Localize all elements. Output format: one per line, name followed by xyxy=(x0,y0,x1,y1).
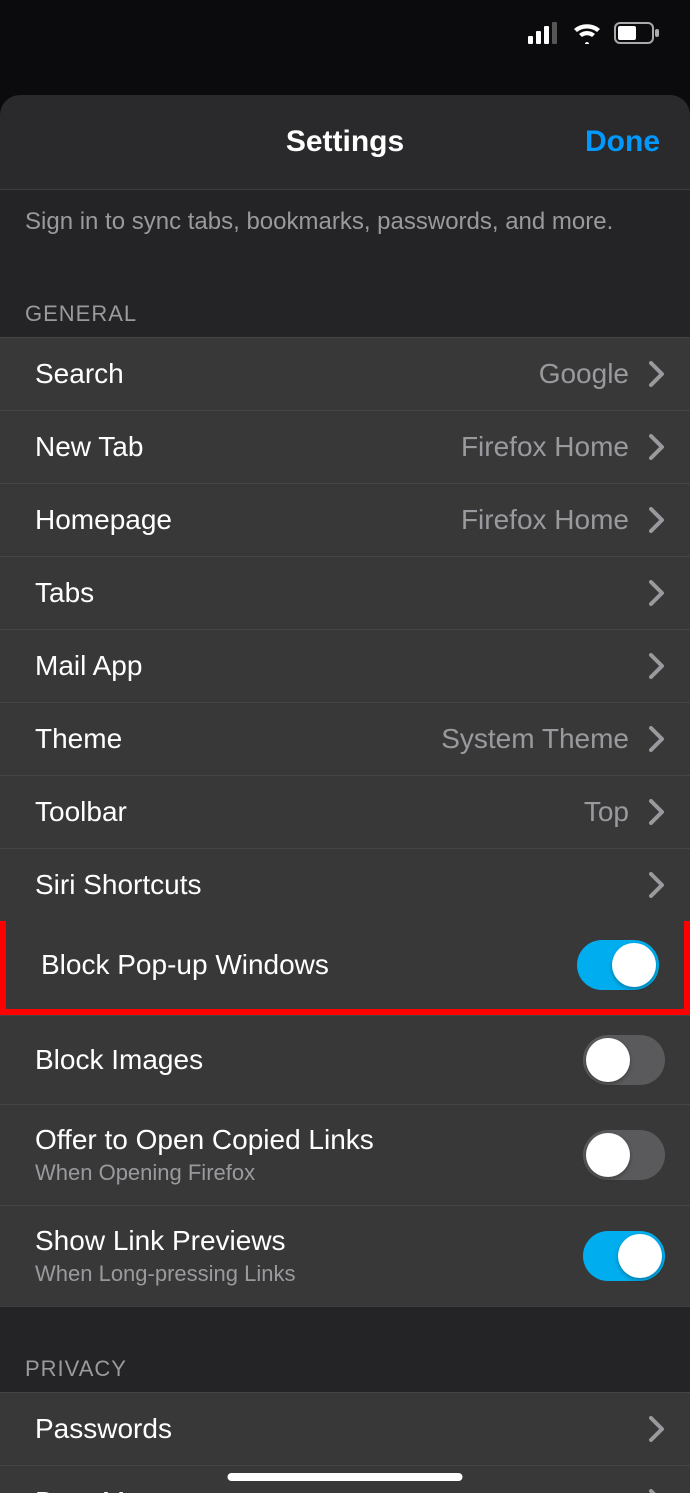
row-theme[interactable]: Theme System Theme xyxy=(0,702,690,775)
settings-scroll[interactable]: Sign in to sync tabs, bookmarks, passwor… xyxy=(0,190,690,1493)
row-search[interactable]: Search Google xyxy=(0,337,690,410)
row-label: New Tab xyxy=(35,431,143,463)
row-show-link-previews[interactable]: Show Link Previews When Long-pressing Li… xyxy=(0,1205,690,1306)
chevron-right-icon xyxy=(649,434,665,460)
row-block-images[interactable]: Block Images xyxy=(0,1015,690,1104)
row-siri-shortcuts[interactable]: Siri Shortcuts xyxy=(0,848,690,921)
row-label: Homepage xyxy=(35,504,172,536)
row-label: Block Images xyxy=(35,1044,203,1076)
row-label: Offer to Open Copied Links xyxy=(35,1124,583,1156)
row-value: Top xyxy=(584,796,629,828)
row-sublabel: When Long-pressing Links xyxy=(35,1261,583,1287)
section-header-privacy: PRIVACY xyxy=(0,1346,690,1392)
row-label: Mail App xyxy=(35,650,142,682)
row-homepage[interactable]: Homepage Firefox Home xyxy=(0,483,690,556)
row-label: Tabs xyxy=(35,577,94,609)
sync-description: Sign in to sync tabs, bookmarks, passwor… xyxy=(0,190,690,291)
row-new-tab[interactable]: New Tab Firefox Home xyxy=(0,410,690,483)
row-sublabel: When Opening Firefox xyxy=(35,1160,583,1186)
toggle-knob xyxy=(586,1038,630,1082)
chevron-right-icon xyxy=(649,653,665,679)
row-offer-copied-links[interactable]: Offer to Open Copied Links When Opening … xyxy=(0,1104,690,1205)
chevron-right-icon xyxy=(649,580,665,606)
toggle-knob xyxy=(586,1133,630,1177)
chevron-right-icon xyxy=(649,872,665,898)
toggle-block-images[interactable] xyxy=(583,1035,665,1085)
chevron-right-icon xyxy=(649,507,665,533)
row-label: Theme xyxy=(35,723,122,755)
row-label-col: Offer to Open Copied Links When Opening … xyxy=(35,1124,583,1186)
row-passwords[interactable]: Passwords xyxy=(0,1392,690,1465)
toggle-knob xyxy=(612,943,656,987)
toggle-knob xyxy=(618,1234,662,1278)
row-value: Google xyxy=(539,358,629,390)
battery-icon xyxy=(614,22,660,44)
toggle-block-popups[interactable] xyxy=(577,940,659,990)
row-label-col: Show Link Previews When Long-pressing Li… xyxy=(35,1225,583,1287)
row-label: Siri Shortcuts xyxy=(35,869,202,901)
row-block-popups[interactable]: Block Pop-up Windows xyxy=(0,921,690,1015)
chevron-right-icon xyxy=(649,1416,665,1442)
row-toolbar[interactable]: Toolbar Top xyxy=(0,775,690,848)
row-label: Toolbar xyxy=(35,796,127,828)
home-indicator xyxy=(228,1473,463,1481)
wifi-icon xyxy=(572,22,602,44)
toggle-offer-copied-links[interactable] xyxy=(583,1130,665,1180)
chevron-right-icon xyxy=(649,726,665,752)
toggle-show-link-previews[interactable] xyxy=(583,1231,665,1281)
row-value: Firefox Home xyxy=(461,504,629,536)
chevron-right-icon xyxy=(649,799,665,825)
row-label: Search xyxy=(35,358,124,390)
row-mail-app[interactable]: Mail App xyxy=(0,629,690,702)
done-button[interactable]: Done xyxy=(585,125,660,159)
chevron-right-icon xyxy=(649,1489,665,1493)
chevron-right-icon xyxy=(649,361,665,387)
page-title: Settings xyxy=(286,125,404,159)
row-label: Block Pop-up Windows xyxy=(41,949,329,981)
row-value: System Theme xyxy=(441,723,629,755)
row-label: Data Management xyxy=(35,1486,265,1493)
row-value: Firefox Home xyxy=(461,431,629,463)
header: Settings Done xyxy=(0,95,690,190)
section-gap xyxy=(0,1306,690,1346)
status-bar xyxy=(0,0,690,65)
cellular-icon xyxy=(528,22,560,44)
row-label: Passwords xyxy=(35,1413,172,1445)
row-label: Show Link Previews xyxy=(35,1225,583,1257)
settings-sheet: Settings Done Sign in to sync tabs, book… xyxy=(0,95,690,1493)
row-tabs[interactable]: Tabs xyxy=(0,556,690,629)
section-header-general: GENERAL xyxy=(0,291,690,337)
